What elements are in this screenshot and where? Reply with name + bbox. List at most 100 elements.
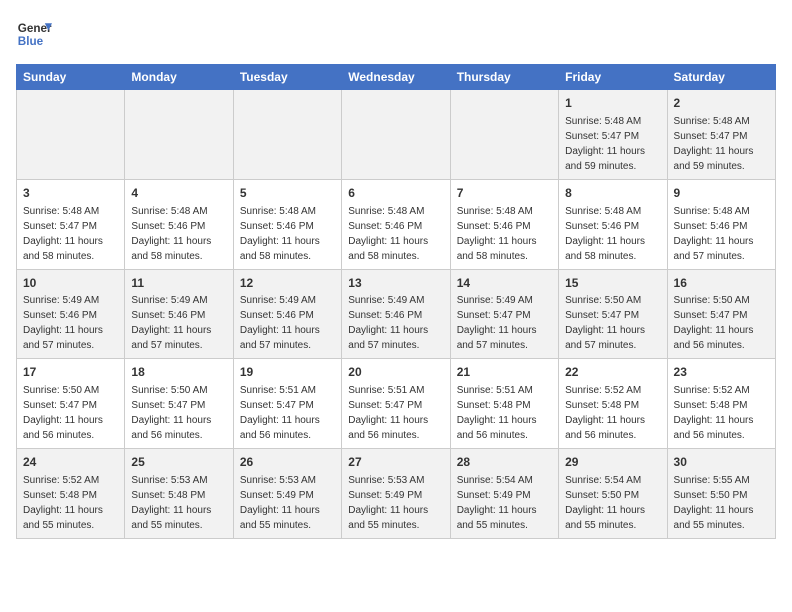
calendar-day-cell: 3 Sunrise: 5:48 AM Sunset: 5:47 PM Daylig… (17, 179, 125, 269)
calendar-day-cell: 5 Sunrise: 5:48 AM Sunset: 5:46 PM Daylig… (233, 179, 341, 269)
calendar-day-cell: 24Sunrise: 5:52 AM Sunset: 5:48 PM Dayli… (17, 449, 125, 539)
calendar-day-cell: 12 Sunrise: 5:49 AM Sunset: 5:46 PM Dayli… (233, 269, 341, 359)
day-info: Sunrise: 5:48 AM Sunset: 5:47 PM Dayligh… (23, 206, 103, 262)
day-number: 2 (674, 95, 769, 112)
calendar-table: SundayMondayTuesdayWednesdayThursdayFrid… (16, 64, 776, 539)
day-number: 23 (674, 364, 769, 381)
calendar-week-row: 17 Sunrise: 5:50 AM Sunset: 5:47 PM Dayli… (17, 359, 776, 449)
day-number: 5 (240, 185, 335, 202)
calendar-day-cell (233, 90, 341, 180)
calendar-day-cell: 14 Sunrise: 5:49 AM Sunset: 5:47 PM Dayli… (450, 269, 558, 359)
day-of-week-header: Tuesday (233, 65, 341, 90)
calendar-week-row: 24Sunrise: 5:52 AM Sunset: 5:48 PM Dayli… (17, 449, 776, 539)
day-of-week-header: Friday (559, 65, 667, 90)
svg-text:Blue: Blue (18, 35, 44, 48)
calendar-day-cell: 8 Sunrise: 5:48 AM Sunset: 5:46 PM Daylig… (559, 179, 667, 269)
day-info: Sunrise: 5:49 AM Sunset: 5:46 PM Dayligh… (348, 295, 428, 351)
day-info: Sunrise: 5:54 AM Sunset: 5:49 PM Dayligh… (457, 475, 537, 531)
calendar-day-cell: 4 Sunrise: 5:48 AM Sunset: 5:46 PM Daylig… (125, 179, 233, 269)
calendar-week-row: 10 Sunrise: 5:49 AM Sunset: 5:46 PM Dayli… (17, 269, 776, 359)
day-info: Sunrise: 5:53 AM Sunset: 5:48 PM Dayligh… (131, 475, 211, 531)
day-info: Sunrise: 5:50 AM Sunset: 5:47 PM Dayligh… (565, 295, 645, 351)
day-info: Sunrise: 5:53 AM Sunset: 5:49 PM Dayligh… (348, 475, 428, 531)
day-info: Sunrise: 5:49 AM Sunset: 5:46 PM Dayligh… (23, 295, 103, 351)
calendar-day-cell: 16 Sunrise: 5:50 AM Sunset: 5:47 PM Dayli… (667, 269, 775, 359)
day-info: Sunrise: 5:50 AM Sunset: 5:47 PM Dayligh… (674, 295, 754, 351)
day-number: 8 (565, 185, 660, 202)
logo-icon: General Blue (16, 16, 52, 52)
day-info: Sunrise: 5:48 AM Sunset: 5:46 PM Dayligh… (348, 206, 428, 262)
day-of-week-header: Saturday (667, 65, 775, 90)
day-number: 14 (457, 275, 552, 292)
day-info: Sunrise: 5:49 AM Sunset: 5:46 PM Dayligh… (240, 295, 320, 351)
day-info: Sunrise: 5:52 AM Sunset: 5:48 PM Dayligh… (565, 385, 645, 441)
calendar-day-cell: 17 Sunrise: 5:50 AM Sunset: 5:47 PM Dayli… (17, 359, 125, 449)
day-number: 9 (674, 185, 769, 202)
day-number: 26 (240, 454, 335, 471)
calendar-day-cell: 1Sunrise: 5:48 AM Sunset: 5:47 PM Daylig… (559, 90, 667, 180)
day-info: Sunrise: 5:48 AM Sunset: 5:46 PM Dayligh… (565, 206, 645, 262)
day-info: Sunrise: 5:52 AM Sunset: 5:48 PM Dayligh… (674, 385, 754, 441)
day-info: Sunrise: 5:50 AM Sunset: 5:47 PM Dayligh… (131, 385, 211, 441)
calendar-day-cell: 15 Sunrise: 5:50 AM Sunset: 5:47 PM Dayli… (559, 269, 667, 359)
day-number: 16 (674, 275, 769, 292)
calendar-day-cell: 10 Sunrise: 5:49 AM Sunset: 5:46 PM Dayli… (17, 269, 125, 359)
day-of-week-header: Monday (125, 65, 233, 90)
calendar-day-cell: 23 Sunrise: 5:52 AM Sunset: 5:48 PM Dayli… (667, 359, 775, 449)
day-of-week-header: Wednesday (342, 65, 450, 90)
day-number: 6 (348, 185, 443, 202)
day-number: 18 (131, 364, 226, 381)
day-number: 4 (131, 185, 226, 202)
calendar-day-cell: 13 Sunrise: 5:49 AM Sunset: 5:46 PM Dayli… (342, 269, 450, 359)
calendar-day-cell: 2 Sunrise: 5:48 AM Sunset: 5:47 PM Daylig… (667, 90, 775, 180)
calendar-day-cell: 27 Sunrise: 5:53 AM Sunset: 5:49 PM Dayli… (342, 449, 450, 539)
calendar-day-cell: 19 Sunrise: 5:51 AM Sunset: 5:47 PM Dayli… (233, 359, 341, 449)
calendar-day-cell: 22Sunrise: 5:52 AM Sunset: 5:48 PM Dayli… (559, 359, 667, 449)
day-number: 12 (240, 275, 335, 292)
calendar-day-cell: 7 Sunrise: 5:48 AM Sunset: 5:46 PM Daylig… (450, 179, 558, 269)
calendar-day-cell: 18 Sunrise: 5:50 AM Sunset: 5:47 PM Dayli… (125, 359, 233, 449)
day-info: Sunrise: 5:48 AM Sunset: 5:46 PM Dayligh… (240, 206, 320, 262)
calendar-day-cell: 25 Sunrise: 5:53 AM Sunset: 5:48 PM Dayli… (125, 449, 233, 539)
day-number: 19 (240, 364, 335, 381)
day-of-week-header: Thursday (450, 65, 558, 90)
day-info: Sunrise: 5:48 AM Sunset: 5:46 PM Dayligh… (457, 206, 537, 262)
calendar-day-cell (17, 90, 125, 180)
day-number: 17 (23, 364, 118, 381)
day-info: Sunrise: 5:55 AM Sunset: 5:50 PM Dayligh… (674, 475, 754, 531)
calendar-day-cell: 20 Sunrise: 5:51 AM Sunset: 5:47 PM Dayli… (342, 359, 450, 449)
page-header: General Blue (16, 16, 776, 52)
day-info: Sunrise: 5:48 AM Sunset: 5:46 PM Dayligh… (674, 206, 754, 262)
day-number: 7 (457, 185, 552, 202)
day-number: 29 (565, 454, 660, 471)
day-info: Sunrise: 5:51 AM Sunset: 5:47 PM Dayligh… (348, 385, 428, 441)
day-info: Sunrise: 5:49 AM Sunset: 5:46 PM Dayligh… (131, 295, 211, 351)
day-number: 10 (23, 275, 118, 292)
calendar-header-row: SundayMondayTuesdayWednesdayThursdayFrid… (17, 65, 776, 90)
day-info: Sunrise: 5:48 AM Sunset: 5:47 PM Dayligh… (674, 116, 754, 172)
day-number: 28 (457, 454, 552, 471)
day-number: 11 (131, 275, 226, 292)
logo: General Blue (16, 16, 52, 52)
day-number: 25 (131, 454, 226, 471)
day-number: 24 (23, 454, 118, 471)
calendar-day-cell: 26 Sunrise: 5:53 AM Sunset: 5:49 PM Dayli… (233, 449, 341, 539)
calendar-day-cell (450, 90, 558, 180)
day-number: 15 (565, 275, 660, 292)
day-of-week-header: Sunday (17, 65, 125, 90)
calendar-week-row: 1Sunrise: 5:48 AM Sunset: 5:47 PM Daylig… (17, 90, 776, 180)
day-number: 20 (348, 364, 443, 381)
day-number: 21 (457, 364, 552, 381)
day-info: Sunrise: 5:53 AM Sunset: 5:49 PM Dayligh… (240, 475, 320, 531)
day-info: Sunrise: 5:48 AM Sunset: 5:46 PM Dayligh… (131, 206, 211, 262)
day-info: Sunrise: 5:49 AM Sunset: 5:47 PM Dayligh… (457, 295, 537, 351)
day-info: Sunrise: 5:51 AM Sunset: 5:47 PM Dayligh… (240, 385, 320, 441)
day-info: Sunrise: 5:50 AM Sunset: 5:47 PM Dayligh… (23, 385, 103, 441)
calendar-day-cell: 9 Sunrise: 5:48 AM Sunset: 5:46 PM Daylig… (667, 179, 775, 269)
day-number: 3 (23, 185, 118, 202)
calendar-day-cell (342, 90, 450, 180)
calendar-day-cell (125, 90, 233, 180)
day-number: 27 (348, 454, 443, 471)
day-info: Sunrise: 5:51 AM Sunset: 5:48 PM Dayligh… (457, 385, 537, 441)
day-number: 13 (348, 275, 443, 292)
